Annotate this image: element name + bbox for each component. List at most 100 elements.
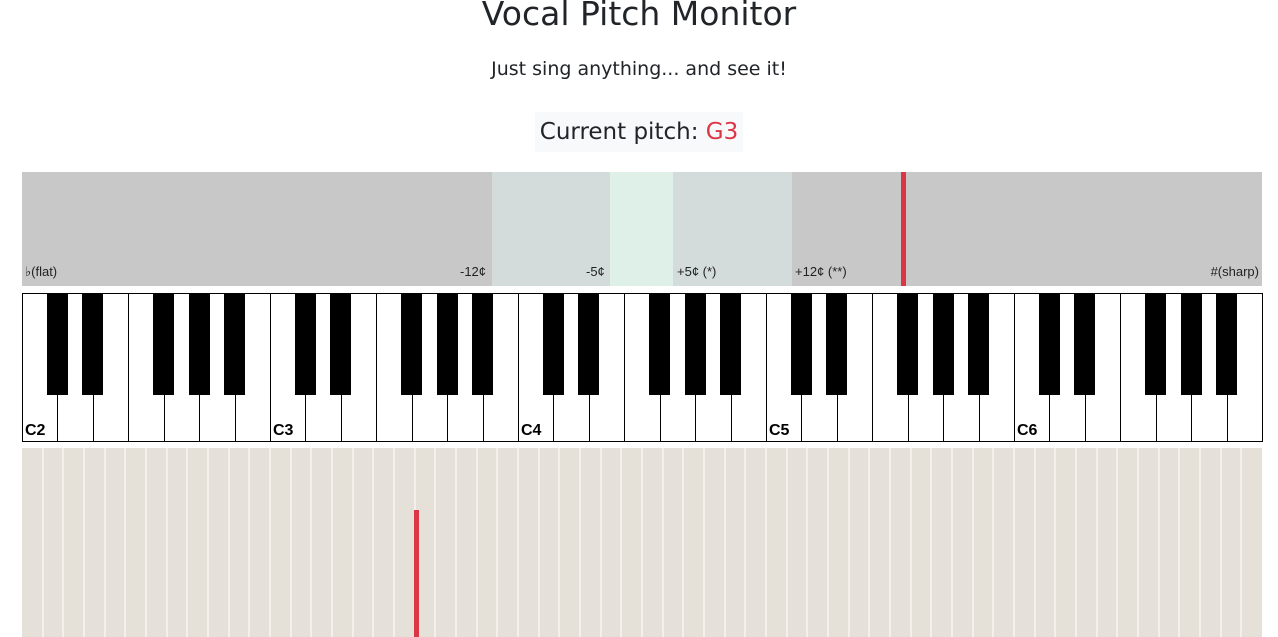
- history-grid-line: [351, 448, 354, 637]
- history-grid-line: [310, 448, 313, 637]
- black-key-d-sharp6: [1074, 293, 1096, 395]
- page-subtitle: Just sing anything... and see it!: [491, 58, 787, 80]
- history-grid-line: [434, 448, 437, 637]
- history-grid-line: [703, 448, 705, 637]
- history-grid-line: [889, 448, 891, 637]
- black-key-f-sharp2: [153, 293, 175, 395]
- current-pitch-box: Current pitch: G3: [534, 112, 744, 152]
- history-grid-line: [1219, 448, 1222, 637]
- pitch-history-plot: [22, 448, 1262, 637]
- history-grid-line: [227, 448, 230, 637]
- history-grid-line: [289, 448, 292, 637]
- flat-label: ♭(flat): [25, 264, 58, 279]
- history-grid-line: [599, 448, 602, 637]
- history-grid-line: [537, 448, 540, 637]
- history-grid-line: [951, 448, 953, 637]
- history-grid-line: [579, 448, 581, 637]
- history-grid-line: [496, 448, 499, 637]
- history-grid-line: [1033, 448, 1036, 637]
- history-grid-line: [806, 448, 809, 637]
- history-grid-line: [1137, 448, 1139, 637]
- black-key-a-sharp5: [967, 293, 990, 395]
- black-key-d-sharp2: [82, 293, 104, 395]
- sharp-label: #(sharp): [1210, 264, 1259, 279]
- history-grid-line: [909, 448, 912, 637]
- black-key-f-sharp5: [897, 293, 919, 395]
- pitch-history-marker: [414, 510, 419, 637]
- black-key-a-sharp4: [719, 293, 742, 395]
- history-grid-line: [847, 448, 850, 637]
- octave-label: C2: [25, 422, 46, 439]
- current-pitch-label: Current pitch:: [539, 119, 706, 145]
- history-grid-line: [145, 448, 147, 637]
- black-key-c-sharp6: [1038, 293, 1061, 395]
- history-grid-line: [1054, 448, 1057, 637]
- history-grid-line: [207, 448, 209, 637]
- history-grid-line: [558, 448, 561, 637]
- history-grid-line: [1075, 448, 1077, 637]
- history-grid-line: [124, 448, 127, 637]
- tuning-meter: ♭(flat) -12¢ -5¢ +5¢ (*) +12¢ (**) #(sha…: [22, 172, 1262, 286]
- history-grid-line: [1178, 448, 1181, 637]
- tuning-needle: [901, 172, 906, 286]
- history-grid-line: [62, 448, 65, 637]
- black-key-d-sharp3: [330, 293, 352, 395]
- history-grid-line: [331, 448, 333, 637]
- black-key-g-sharp3: [436, 293, 458, 395]
- black-key-d-sharp4: [578, 293, 600, 395]
- history-grid-line: [165, 448, 168, 637]
- history-grid-line: [248, 448, 251, 637]
- history-grid-line: [393, 448, 395, 637]
- black-key-c-sharp5: [790, 293, 813, 395]
- history-grid-line: [641, 448, 643, 637]
- history-grid-line: [827, 448, 829, 637]
- minus-5-cents-label: -5¢: [586, 264, 605, 279]
- black-key-f-sharp6: [1145, 293, 1167, 395]
- black-key-c-sharp4: [542, 293, 565, 395]
- octave-label: C5: [769, 422, 790, 439]
- history-grid-line: [682, 448, 685, 637]
- history-grid-line: [992, 448, 995, 637]
- history-grid-line: [723, 448, 726, 637]
- history-grid-line: [971, 448, 974, 637]
- black-key-c-sharp3: [294, 293, 317, 395]
- black-key-g-sharp2: [188, 293, 210, 395]
- black-key-f-sharp4: [649, 293, 671, 395]
- octave-label: C6: [1017, 422, 1038, 439]
- history-grid-line: [269, 448, 271, 637]
- current-pitch-value: G3: [705, 119, 739, 145]
- history-grid-line: [372, 448, 375, 637]
- black-key-f-sharp3: [401, 293, 423, 395]
- history-grid-line: [1116, 448, 1119, 637]
- black-key-a-sharp6: [1215, 293, 1238, 395]
- history-grid-line: [868, 448, 871, 637]
- history-grid-line: [661, 448, 664, 637]
- octave-label: C3: [273, 422, 294, 439]
- black-key-g-sharp5: [932, 293, 954, 395]
- history-grid-line: [1013, 448, 1015, 637]
- black-key-g-sharp6: [1180, 293, 1202, 395]
- octave-label: C4: [521, 422, 542, 439]
- plus-12-cents-label: +12¢ (**): [795, 264, 847, 279]
- history-grid-line: [1240, 448, 1243, 637]
- minus-12-cents-label: -12¢: [460, 264, 487, 279]
- history-grid-line: [1199, 448, 1201, 637]
- piano-keyboard: C2 C3 C4 C5 C6: [22, 293, 1263, 444]
- history-grid-line: [186, 448, 189, 637]
- black-key-a-sharp2: [223, 293, 246, 395]
- history-grid-line: [785, 448, 788, 637]
- history-grid-line: [1157, 448, 1160, 637]
- plus-5-cents-label: +5¢ (*): [677, 264, 717, 279]
- tuning-zone-5-cents: [610, 172, 673, 286]
- history-grid-line: [455, 448, 457, 637]
- history-grid-line: [765, 448, 767, 637]
- history-grid-line: [930, 448, 933, 637]
- history-grid-line: [103, 448, 106, 637]
- black-key-d-sharp5: [826, 293, 848, 395]
- history-grid-line: [475, 448, 478, 637]
- history-grid-line: [1095, 448, 1098, 637]
- history-grid-line: [83, 448, 85, 637]
- history-grid-line: [620, 448, 623, 637]
- current-pitch-display: Current pitch: G3: [0, 112, 1278, 152]
- history-grid-line: [744, 448, 747, 637]
